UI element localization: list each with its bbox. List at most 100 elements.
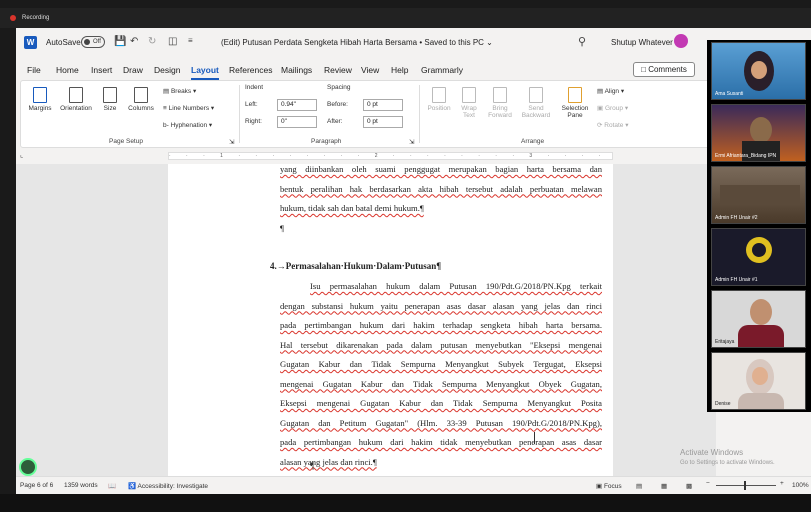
size-icon <box>103 87 117 103</box>
orientation-icon <box>69 87 83 103</box>
tab-review[interactable]: Review <box>324 65 352 75</box>
spacing-before-input[interactable]: 0 pt <box>363 99 403 111</box>
document-page[interactable]: yang diinbankan oleh suami penggugat mer… <box>168 164 613 476</box>
tab-home[interactable]: Home <box>56 65 79 75</box>
paragraph-line: hukum, tidak sah dan batal demi hukum.¶ <box>280 203 424 213</box>
tab-view[interactable]: View <box>361 65 379 75</box>
annotation-tool-button[interactable] <box>19 458 37 476</box>
zoom-level[interactable]: 100% <box>792 482 809 489</box>
columns-button[interactable]: Columns <box>125 87 157 112</box>
position-button[interactable]: Position <box>425 87 453 112</box>
selection-pane-button[interactable]: Selection Pane <box>558 87 592 119</box>
tab-references[interactable]: References <box>229 65 272 75</box>
tab-grammarly[interactable]: Grammarly <box>421 65 463 75</box>
bring-forward-button[interactable]: Bring Forward <box>484 87 516 119</box>
document-title[interactable]: (Edit) Putusan Perdata Sengketa Hibah Ha… <box>221 38 493 47</box>
tab-help[interactable]: Help <box>391 65 408 75</box>
avatar[interactable] <box>674 34 688 48</box>
line-numbers-button[interactable]: ≡ Line Numbers ▾ <box>163 104 214 112</box>
align-button[interactable]: ▤ Align ▾ <box>597 87 624 95</box>
wrap-text-button[interactable]: Wrap Text <box>457 87 481 119</box>
group-button[interactable]: ▣ Group ▾ <box>597 104 628 112</box>
margins-button[interactable]: Margins <box>27 87 53 112</box>
zoom-slider[interactable] <box>716 485 776 486</box>
status-bar: Page 6 of 6 1359 words 📖 ♿ Accessibility… <box>16 476 811 494</box>
hyphenation-label: Hyphenation ▾ <box>170 122 213 129</box>
bottom-bar <box>0 494 811 512</box>
bring-forward-icon <box>493 87 507 103</box>
section-heading[interactable]: 4.→Permasalahan·Hukum·Dalam·Putusan¶ <box>270 261 441 271</box>
video-tile[interactable]: Eritajaya <box>711 290 806 348</box>
send-backward-button[interactable]: Send Backward <box>519 87 553 119</box>
tab-selector-icon[interactable]: ⌞ <box>20 151 23 159</box>
body-paragraph[interactable]: Isu permasalahan hukum dalam Putusan 190… <box>280 277 602 472</box>
spacing-after-input[interactable]: 0 pt <box>363 116 403 128</box>
word-count[interactable]: 1359 words <box>64 482 98 489</box>
undo-icon[interactable]: ↶ <box>130 36 138 47</box>
paragraph-line: alasan yang jelas dan rinci.¶ <box>280 456 377 467</box>
layout-options-icon[interactable]: ◫ <box>168 36 177 47</box>
paragraph-line: pada pertimbangan hukum dari hakim tidak… <box>280 437 602 447</box>
proofing-icon[interactable]: 📖 <box>108 482 116 490</box>
empty-paragraph-mark: ¶ <box>310 461 315 471</box>
paragraph-label: Paragraph <box>311 138 342 145</box>
video-tile[interactable]: Admin FH Unair #2 <box>711 166 806 224</box>
user-name[interactable]: Shutup Whatever <box>611 38 673 47</box>
read-mode-icon[interactable]: ▤ <box>636 482 642 490</box>
save-icon[interactable]: 💾 <box>114 36 126 47</box>
size-button[interactable]: Size <box>99 87 121 112</box>
indent-right-input[interactable]: 0" <box>277 116 317 128</box>
tab-file[interactable]: File <box>27 65 41 75</box>
previous-paragraph[interactable]: yang diinbankan oleh suami penggugat mer… <box>280 164 602 238</box>
comments-label: Comments <box>648 65 687 74</box>
search-icon[interactable]: ⚲ <box>578 35 586 48</box>
video-tile[interactable]: Denise <box>711 352 806 410</box>
hyphenation-button[interactable]: b‐ Hyphenation ▾ <box>163 121 212 129</box>
activate-windows-watermark: Activate Windows Go to Settings to activ… <box>680 448 775 468</box>
margins-icon <box>33 87 47 103</box>
orientation-button[interactable]: Orientation <box>57 87 95 112</box>
horizontal-ruler[interactable]: ⌞ · · · 1 · · · · · · · · 2 · · · · · · … <box>16 150 716 162</box>
recording-bar: Recording <box>0 8 811 28</box>
title-bar: W AutoSave Off 💾 ↶ ↻ ◫ ≡ (Edit) Putusan … <box>16 28 811 58</box>
paragraph-launcher-icon[interactable]: ⇲ <box>409 138 414 146</box>
tab-layout[interactable]: Layout <box>191 65 219 80</box>
web-layout-icon[interactable]: ▩ <box>686 482 692 490</box>
participant-body <box>738 393 784 409</box>
page-setup-launcher-icon[interactable]: ⇲ <box>229 138 234 146</box>
zoom-in-icon[interactable]: + <box>780 480 784 487</box>
paragraph-line: Eksepsi mengenai Gugatan Kabur dan Tidak… <box>280 398 602 408</box>
align-label: Align ▾ <box>604 88 625 95</box>
customize-toolbar-icon[interactable]: ≡ <box>188 36 193 45</box>
video-tile[interactable]: Ama Susanti <box>711 42 806 100</box>
breaks-button[interactable]: ▤ Breaks ▾ <box>163 87 196 95</box>
participant-face <box>752 367 768 385</box>
indent-left-input[interactable]: 0.94" <box>277 99 317 111</box>
zoom-out-icon[interactable]: − <box>706 480 710 487</box>
rotate-button[interactable]: ⟳ Rotate ▾ <box>597 121 629 129</box>
comments-button[interactable]: □ Comments <box>633 62 695 77</box>
paragraph-line: bentuk peralihan hak berdasarkan akta hi… <box>280 183 602 194</box>
redo-icon[interactable]: ↻ <box>148 36 156 47</box>
accessibility-status[interactable]: ♿ Accessibility: Investigate <box>128 482 208 490</box>
watermark-subtitle: Go to Settings to activate Windows. <box>680 460 775 466</box>
selection-pane-icon <box>568 87 582 103</box>
send-backward-label: Send Backward <box>521 105 551 119</box>
zoom-slider-thumb[interactable] <box>744 481 746 490</box>
tab-insert[interactable]: Insert <box>91 65 112 75</box>
focus-label: Focus <box>603 483 622 490</box>
video-tile[interactable]: Ermi Afriantara_Bidang IPN <box>711 104 806 162</box>
focus-button[interactable]: ▣ Focus <box>596 482 622 490</box>
paragraph-line: mengenai Gugatan Kabur dan Tidak Sempurn… <box>280 378 602 389</box>
ribbon-layout: Margins Orientation Size Columns ▤ Break… <box>20 80 720 148</box>
page-count[interactable]: Page 6 of 6 <box>20 482 53 489</box>
tab-mailings[interactable]: Mailings <box>281 65 312 75</box>
print-layout-icon[interactable]: ▦ <box>661 482 667 490</box>
tab-draw[interactable]: Draw <box>123 65 143 75</box>
video-tile[interactable]: Admin FH Unair #1 <box>711 228 806 286</box>
participant-name: Denise <box>715 401 731 407</box>
tab-design[interactable]: Design <box>154 65 180 75</box>
participant-face <box>751 61 767 79</box>
autosave-toggle[interactable]: Off <box>81 36 105 48</box>
ruler-scale: · · · 1 · · · · · · · · 2 · · · · · · · … <box>168 152 613 160</box>
